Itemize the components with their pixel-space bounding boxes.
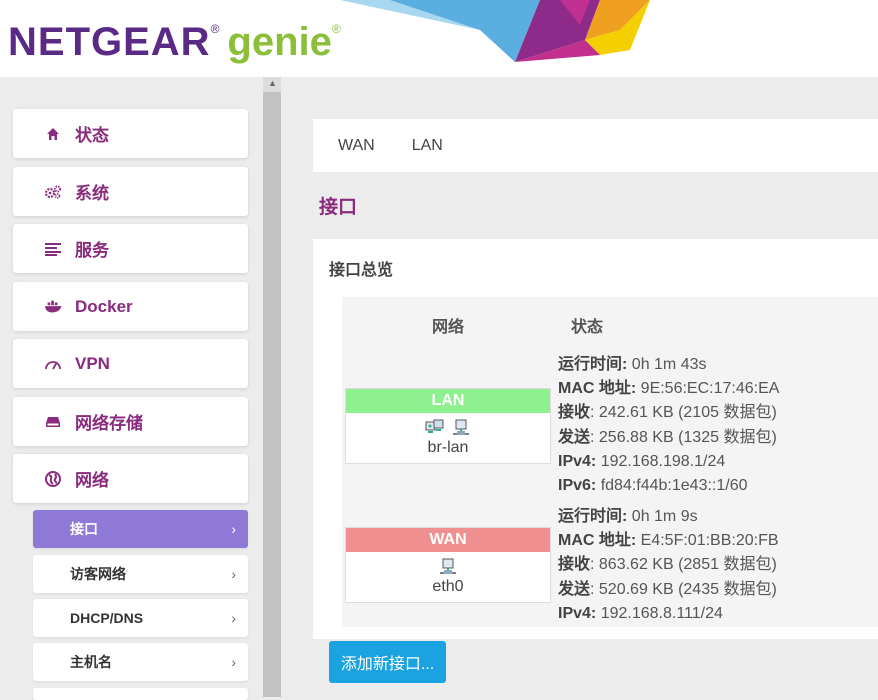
- status-mac: MAC 地址: 9E:56:EC:17:46:EA: [558, 380, 780, 398]
- netgear-genie-logo: NETGEAR ® genie ®: [8, 20, 341, 70]
- status-rx: 接收: 242.61 KB (2105 数据包): [558, 404, 777, 422]
- column-header-network: 网络: [432, 319, 465, 336]
- sidebar-subitem-guest-network[interactable]: 访客网络 ›: [33, 555, 248, 593]
- interface-badge-wan[interactable]: WAN eth0: [345, 527, 551, 603]
- sidebar-item-vpn[interactable]: VPN: [13, 339, 248, 388]
- panel-title: 接口总览: [329, 262, 394, 279]
- subitem-label: 访客网络: [70, 566, 126, 582]
- docker-icon: [44, 300, 62, 314]
- chevron-right-icon: ›: [231, 610, 236, 626]
- status-mac: MAC 地址: E4:5F:01:BB:20:FB: [558, 532, 779, 550]
- status-ipv4: IPv4: 192.168.8.111/24: [558, 604, 723, 622]
- bridge-device-icon: [425, 419, 444, 433]
- subitem-label: 接口: [70, 521, 98, 537]
- status-rx: 接收: 863.62 KB (2851 数据包): [558, 556, 777, 574]
- sidebar-item-system[interactable]: 系统: [13, 167, 248, 216]
- logo-netgear-text: NETGEAR: [8, 20, 211, 64]
- sidebar-subitem-partial[interactable]: [33, 688, 248, 700]
- page-title: 接口: [319, 197, 358, 218]
- logo-reg-mark: ®: [210, 22, 220, 36]
- header: NETGEAR ® genie ®: [0, 0, 878, 77]
- sidebar-subitem-dhcp-dns[interactable]: DHCP/DNS ›: [33, 599, 248, 637]
- interface-status-lan: 运行时间: 0h 1m 43s MAC 地址: 9E:56:EC:17:46:E…: [558, 353, 779, 498]
- sidebar-item-label: 网络存储: [75, 414, 143, 433]
- interface-overview-panel: 接口总览 网络 状态 LAN br-lan 运行时间: 0h 1m 43s MA…: [313, 239, 878, 639]
- ethernet-device-icon: [440, 558, 456, 574]
- sidebar-subitem-hostnames[interactable]: 主机名 ›: [33, 643, 248, 681]
- sidebar-item-label: 服务: [75, 241, 109, 260]
- sidebar-item-label: 网络: [75, 471, 109, 490]
- globe-icon: [44, 470, 62, 487]
- interface-status-wan: 运行时间: 0h 1m 9s MAC 地址: E4:5F:01:BB:20:FB…: [558, 505, 779, 626]
- drive-icon: [44, 416, 62, 428]
- status-uptime: 运行时间: 0h 1m 9s: [558, 508, 698, 525]
- sidebar-subitem-interfaces[interactable]: 接口 ›: [33, 510, 248, 548]
- status-tx: 发送: 520.69 KB (2435 数据包): [558, 580, 777, 598]
- sidebar-item-docker[interactable]: Docker: [13, 282, 248, 331]
- add-interface-button[interactable]: 添加新接口...: [329, 641, 446, 683]
- status-uptime: 运行时间: 0h 1m 43s: [558, 356, 707, 373]
- column-header-status: 状态: [571, 319, 604, 336]
- chevron-right-icon: ›: [231, 654, 236, 670]
- sidebar-item-status[interactable]: 状态: [13, 109, 248, 158]
- subitem-label: 主机名: [70, 654, 112, 670]
- sidebar-item-label: 状态: [75, 126, 109, 145]
- logo-genie-text: genie: [227, 20, 332, 64]
- status-ipv4: IPv4: 192.168.198.1/24: [558, 452, 726, 470]
- device-icons: [346, 419, 550, 439]
- home-icon: [44, 127, 62, 141]
- interface-device: br-lan: [427, 439, 469, 456]
- sidebar-scrollbar-thumb[interactable]: [263, 92, 281, 697]
- gears-icon: [44, 184, 62, 200]
- sidebar-item-network-storage[interactable]: 网络存储: [13, 397, 248, 446]
- status-ipv6: IPv6: fd84:f44b:1e43::1/60: [558, 477, 748, 495]
- header-decoration-art: [340, 0, 650, 62]
- sidebar-item-label: VPN: [75, 353, 110, 373]
- sidebar-item-label: Docker: [75, 296, 133, 316]
- interface-name: WAN: [346, 528, 550, 552]
- device-icons: [346, 558, 550, 578]
- subitem-label: DHCP/DNS: [70, 610, 144, 626]
- network-device-icon: [453, 419, 469, 435]
- chevron-right-icon: ›: [231, 566, 236, 582]
- sidebar-item-network[interactable]: 网络: [13, 454, 248, 503]
- chevron-right-icon: ›: [231, 521, 236, 537]
- sidebar-item-label: 系统: [75, 184, 109, 203]
- scroll-up-arrow-icon[interactable]: ▲: [268, 78, 277, 88]
- list-icon: [44, 242, 62, 256]
- gauge-icon: [44, 358, 62, 370]
- sidebar-item-services[interactable]: 服务: [13, 224, 248, 273]
- tab-lan[interactable]: LAN: [412, 137, 443, 155]
- interface-name: LAN: [346, 389, 550, 413]
- interface-badge-lan[interactable]: LAN br-lan: [345, 388, 551, 464]
- status-tx: 发送: 256.88 KB (1325 数据包): [558, 428, 777, 446]
- interface-tabs: WAN LAN: [313, 119, 878, 172]
- tab-wan[interactable]: WAN: [338, 137, 375, 155]
- interface-table: 网络 状态 LAN br-lan 运行时间: 0h 1m 43s MAC 地址:…: [342, 297, 878, 627]
- interface-device: eth0: [432, 578, 464, 595]
